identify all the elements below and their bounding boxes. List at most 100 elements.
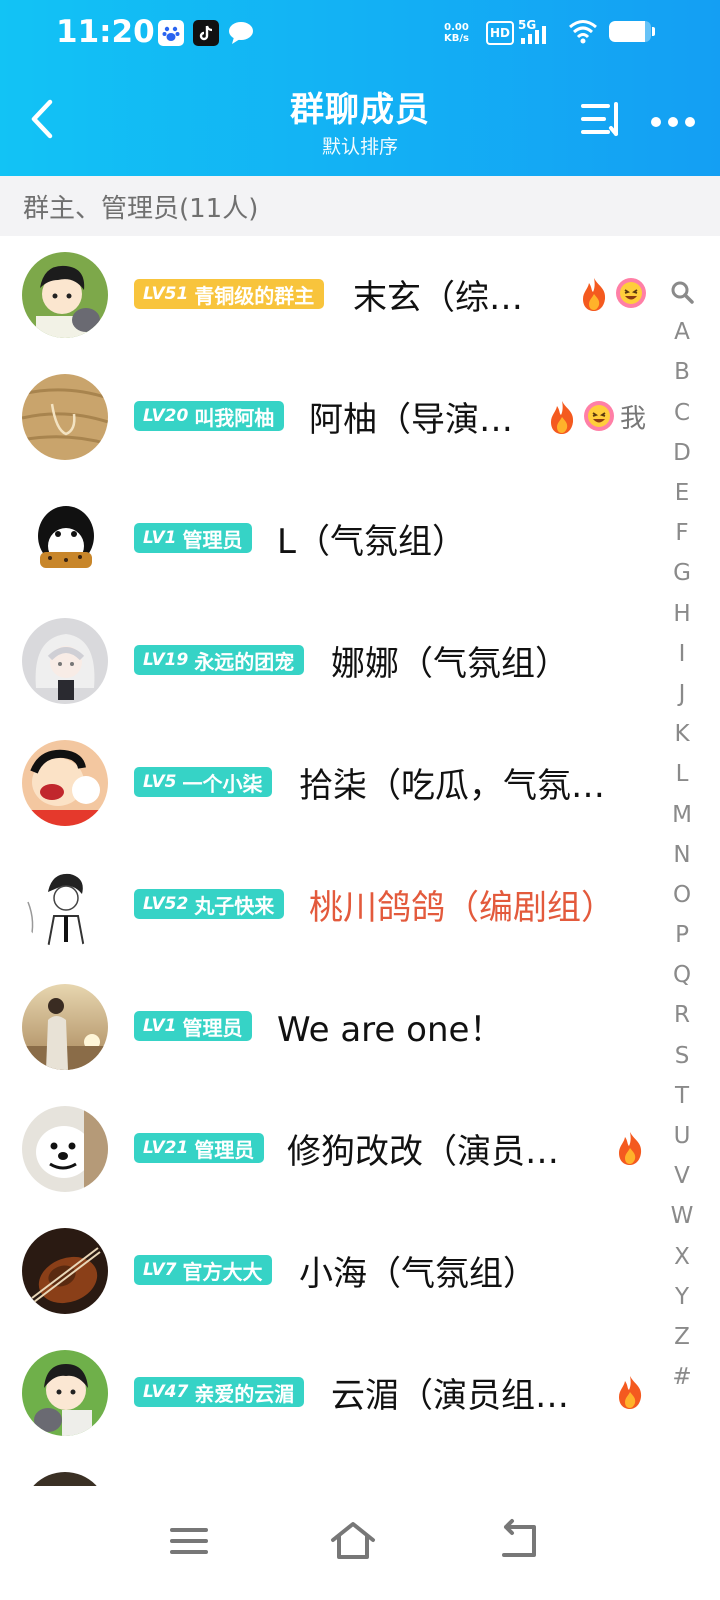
net-speed-value: 0.00 bbox=[444, 22, 469, 33]
member-title: 管理员 bbox=[182, 1015, 243, 1040]
alpha-index-letter[interactable]: S bbox=[662, 1036, 702, 1076]
alpha-index-letters: A B C D E F G H I J K L M N O P Q R S T U V W X Y Z # bbox=[662, 312, 702, 1397]
avatar-anime-girl[interactable] bbox=[22, 618, 108, 704]
member-level-badge: LV52 丸子快来 bbox=[134, 889, 285, 919]
member-row[interactable]: LV47 亲爱的云湄 云湄（演员组… bbox=[0, 1334, 660, 1456]
member-name: 阿柚（导演… bbox=[309, 400, 513, 440]
top-bar: 11:20 0.00 KB/s HD 5G 群聊成员 默认排序 bbox=[0, 0, 720, 176]
member-level-badge: LV51 青铜级的群主 bbox=[134, 279, 325, 309]
alpha-index-letter[interactable]: I bbox=[662, 634, 702, 674]
more-dots-icon bbox=[651, 117, 695, 127]
battery-tip bbox=[652, 27, 655, 36]
member-name: 娜娜（气氛组） bbox=[331, 644, 569, 684]
sort-button[interactable] bbox=[580, 100, 630, 140]
avatar-wood-drawing[interactable] bbox=[22, 374, 108, 460]
alpha-index-letter[interactable]: J bbox=[662, 674, 702, 714]
member-name: 末玄（综… bbox=[353, 278, 523, 318]
nav-back-button[interactable] bbox=[494, 1516, 544, 1566]
member-row[interactable]: LV7 官方大大 小海（气氛组） bbox=[0, 1212, 660, 1334]
status-time: 11:20 bbox=[56, 14, 155, 50]
alpha-index-letter[interactable]: G bbox=[662, 553, 702, 593]
baidu-icon bbox=[158, 20, 184, 46]
alpha-index-letter[interactable]: P bbox=[662, 915, 702, 955]
alpha-index-letter[interactable]: A bbox=[662, 312, 702, 352]
member-level: LV5 bbox=[143, 772, 177, 792]
member-level-badge: LV7 官方大大 bbox=[134, 1255, 273, 1285]
member-row[interactable]: LV1 管理员 L（气氛组） bbox=[0, 480, 660, 602]
menu-icon bbox=[170, 1528, 208, 1554]
chat-bubble-icon bbox=[228, 20, 254, 46]
alpha-index-letter[interactable]: K bbox=[662, 714, 702, 754]
net-speed: 0.00 KB/s bbox=[444, 22, 469, 44]
member-title: 管理员 bbox=[194, 1137, 255, 1162]
alpha-index-letter[interactable]: U bbox=[662, 1116, 702, 1156]
alpha-index-letter[interactable]: H bbox=[662, 594, 702, 634]
alpha-index-letter[interactable]: B bbox=[662, 352, 702, 392]
member-row[interactable]: LV19 永远的团宠 娜娜（气氛组） bbox=[0, 602, 660, 724]
member-level: LV52 bbox=[143, 894, 189, 914]
alpha-index-letter[interactable]: # bbox=[662, 1357, 702, 1397]
avatar-sketch-boy[interactable] bbox=[22, 862, 108, 948]
member-level: LV47 bbox=[143, 1382, 189, 1402]
member-level: LV19 bbox=[143, 650, 189, 670]
alpha-index-letter[interactable]: Q bbox=[662, 955, 702, 995]
alpha-index-letter[interactable]: O bbox=[662, 875, 702, 915]
alpha-index-letter[interactable]: X bbox=[662, 1237, 702, 1277]
smile-face-icon bbox=[582, 399, 614, 435]
member-name: 小海（气氛组） bbox=[299, 1254, 537, 1294]
member-row[interactable]: LV1 管理员 We are one！ bbox=[0, 968, 660, 1090]
member-level: LV1 bbox=[143, 528, 177, 548]
member-row[interactable]: LV51 青铜级的群主 末玄（综… bbox=[0, 236, 660, 358]
alpha-index-letter[interactable]: E bbox=[662, 473, 702, 513]
alpha-index-search[interactable] bbox=[662, 272, 702, 312]
member-name: L（气氛组） bbox=[277, 522, 466, 562]
fire-icon bbox=[546, 399, 578, 435]
avatar-girl-with-cat[interactable] bbox=[22, 1350, 108, 1436]
fire-icon bbox=[614, 1374, 646, 1410]
alpha-index-letter[interactable]: F bbox=[662, 513, 702, 553]
member-name: 拾柒（吃瓜，气氛… bbox=[299, 766, 605, 806]
fire-icon bbox=[614, 1130, 646, 1166]
alpha-index-letter[interactable]: Z bbox=[662, 1317, 702, 1357]
member-title: 官方大大 bbox=[182, 1259, 263, 1284]
member-row[interactable]: LV20 叫我阿柚 阿柚（导演… 我 bbox=[0, 358, 660, 480]
alpha-index-letter[interactable]: R bbox=[662, 995, 702, 1035]
member-name: We are one！ bbox=[277, 1010, 504, 1050]
member-name: 修狗改改（演员… bbox=[287, 1132, 559, 1172]
member-tags bbox=[614, 1374, 646, 1410]
alpha-index-letter[interactable]: C bbox=[662, 393, 702, 433]
me-label: 我 bbox=[620, 404, 647, 434]
alphabet-index[interactable]: A B C D E F G H I J K L M N O P Q R S T U V W X Y Z # bbox=[662, 272, 702, 1397]
alpha-index-letter[interactable]: L bbox=[662, 754, 702, 794]
battery-icon bbox=[609, 21, 651, 42]
member-level: LV51 bbox=[143, 284, 189, 304]
member-row[interactable]: LV52 丸子快来 桃川鸽鸽（编剧组） bbox=[0, 846, 660, 968]
member-level: LV21 bbox=[143, 1138, 189, 1158]
alpha-index-letter[interactable]: W bbox=[662, 1196, 702, 1236]
member-row[interactable]: LV21 管理员 修狗改改（演员… bbox=[0, 1090, 660, 1212]
search-icon bbox=[671, 281, 694, 304]
alpha-index-letter[interactable]: M bbox=[662, 794, 702, 834]
alpha-index-letter[interactable]: V bbox=[662, 1156, 702, 1196]
member-level: LV20 bbox=[143, 406, 189, 426]
avatar-boy-with-cat[interactable] bbox=[22, 252, 108, 338]
avatar-white-dog[interactable] bbox=[22, 1106, 108, 1192]
system-nav-bar bbox=[0, 1486, 720, 1600]
more-options-button[interactable] bbox=[650, 110, 696, 134]
member-row[interactable]: LV5 一个小柒 拾柒（吃瓜，气氛… bbox=[0, 724, 660, 846]
avatar-violin[interactable] bbox=[22, 1228, 108, 1314]
alpha-index-letter[interactable]: Y bbox=[662, 1277, 702, 1317]
avatar-penguin[interactable] bbox=[22, 496, 108, 582]
alpha-index-letter[interactable]: T bbox=[662, 1076, 702, 1116]
alpha-index-letter[interactable]: N bbox=[662, 835, 702, 875]
nav-menu-button[interactable] bbox=[164, 1516, 214, 1566]
section-header-admins: 群主、管理员(11人) bbox=[0, 176, 720, 236]
nav-home-button[interactable] bbox=[328, 1516, 378, 1566]
alpha-index-letter[interactable]: D bbox=[662, 433, 702, 473]
avatar-sunset-person[interactable] bbox=[22, 984, 108, 1070]
net-speed-unit: KB/s bbox=[444, 33, 469, 44]
member-level-badge: LV20 叫我阿柚 bbox=[134, 401, 285, 431]
home-icon bbox=[331, 1522, 375, 1559]
back-nav-icon bbox=[502, 1519, 536, 1557]
avatar-cartoon-boy[interactable] bbox=[22, 740, 108, 826]
